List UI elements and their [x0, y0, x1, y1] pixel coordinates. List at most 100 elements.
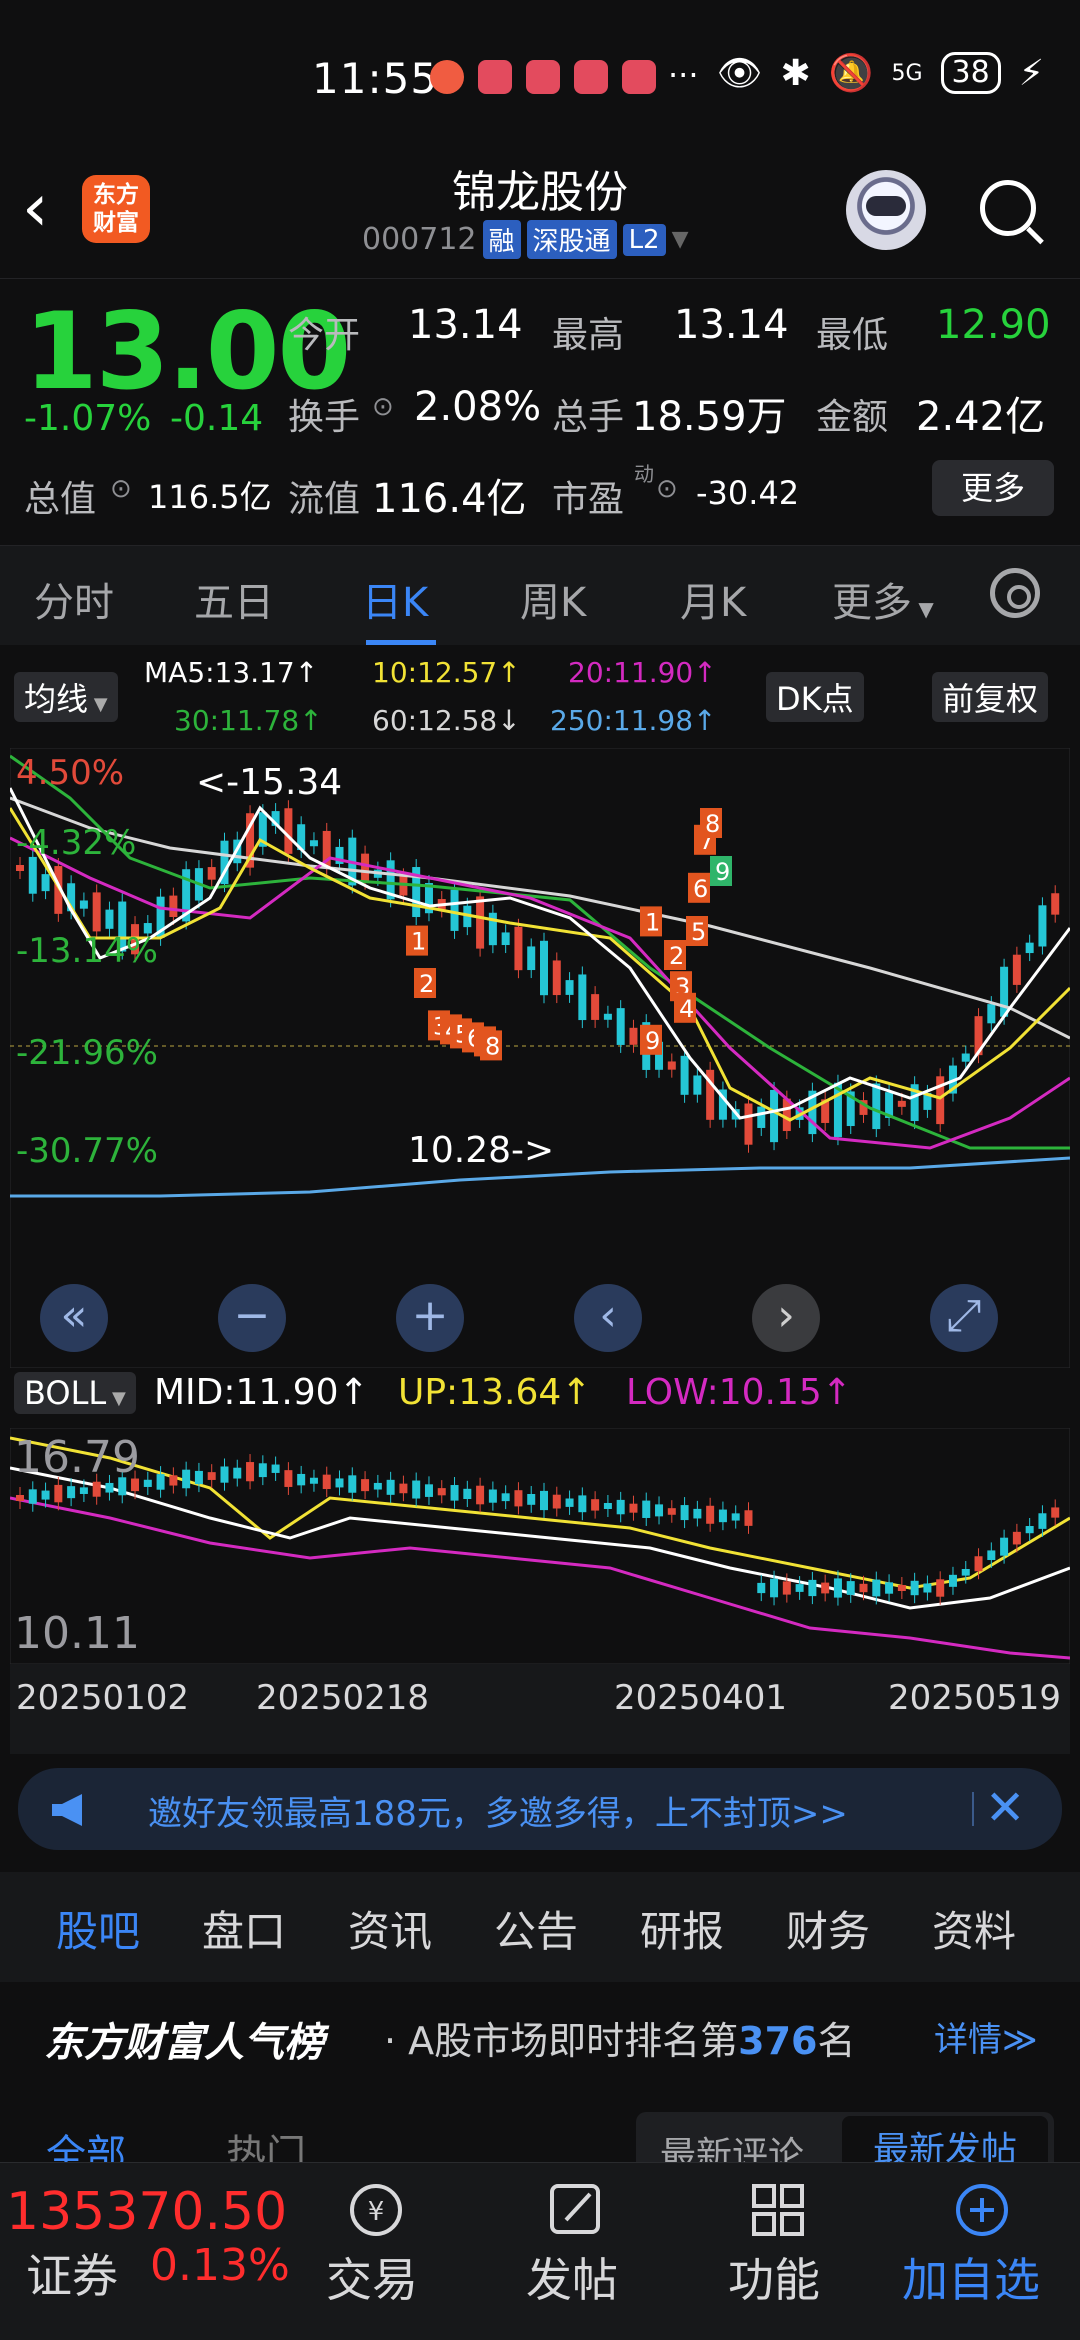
eye-icon: 👁 — [716, 53, 763, 94]
change-amount: -0.14 — [170, 398, 264, 439]
index-value[interactable]: 135370.50 — [6, 2182, 287, 2242]
stock-code-row: 000712 融 深股通 L2 ▼ — [362, 220, 689, 259]
post-icon[interactable] — [546, 2180, 606, 2240]
ma10-value: 10:12.57↑ — [372, 656, 521, 689]
index-name: 证券 — [26, 2249, 118, 2303]
tab-forum[interactable]: 股吧 — [56, 1898, 140, 1959]
indicator-selector[interactable]: BOLL ▼ — [14, 1372, 136, 1414]
change-percent: -1.07% — [24, 398, 152, 439]
kline-chart[interactable]: 123456789123456789 4.50% -4.32% -13.14% … — [10, 748, 1070, 1368]
tab-research[interactable]: 研报 — [640, 1898, 724, 1959]
tab-five-day[interactable]: 五日 — [194, 570, 274, 628]
high-label: 最高 — [552, 315, 625, 356]
float-label: 流值 — [288, 479, 361, 520]
low-value: 12.90 — [936, 302, 1051, 348]
pe-value: -30.42 — [696, 474, 800, 512]
scroll-left-fast-icon[interactable]: « — [40, 1284, 108, 1352]
tab-daily-k[interactable]: 日K — [362, 570, 428, 628]
nav-functions[interactable]: 功能 — [728, 2244, 820, 2310]
info-icon[interactable]: ⊙ — [372, 392, 394, 422]
nav-post[interactable]: 发帖 — [526, 2244, 618, 2310]
open-value: 13.14 — [408, 302, 523, 348]
pct-label-2: -4.32% — [16, 823, 136, 863]
volume-label: 总手 — [552, 397, 625, 438]
tab-announcements[interactable]: 公告 — [494, 1898, 578, 1959]
td-marker-label: 5 — [691, 918, 706, 946]
notification-icon — [574, 60, 608, 94]
tab-news[interactable]: 资讯 — [348, 1898, 432, 1959]
battery-icon: 38 — [940, 52, 1001, 94]
fullscreen-icon[interactable]: ⤢ — [930, 1284, 998, 1352]
td-marker-label: 2 — [419, 970, 434, 998]
trade-icon[interactable]: ¥ — [346, 2180, 406, 2240]
zoom-out-icon[interactable]: − — [218, 1284, 286, 1352]
notification-icon — [526, 60, 560, 94]
info-icon[interactable]: ⊙ — [110, 474, 132, 504]
popularity-detail-link[interactable]: 详情≫ — [934, 2012, 1038, 2061]
scroll-right-icon[interactable]: › — [752, 1284, 820, 1352]
notification-icon — [622, 60, 656, 94]
tab-profile[interactable]: 资料 — [932, 1898, 1016, 1959]
more-notifications-icon: ··· — [668, 56, 699, 94]
td-marker-label: 8 — [705, 810, 720, 838]
charging-icon: ⚡ — [1018, 52, 1044, 94]
open-label: 今开 — [288, 315, 361, 356]
tab-intraday[interactable]: 分时 — [34, 570, 114, 628]
td-marker-label: 9 — [715, 858, 730, 886]
bluetooth-icon: ✱ — [780, 52, 811, 94]
popularity-desc: · A股市场即时排名第376名 — [384, 2019, 856, 2063]
nav-add-watchlist[interactable]: 加自选 — [902, 2244, 1040, 2310]
low-point-label: 10.28-> — [408, 1130, 554, 1171]
zoom-in-icon[interactable]: + — [396, 1284, 464, 1352]
amount-value: 2.42亿 — [916, 394, 1046, 440]
amount-label: 金额 — [816, 397, 889, 438]
more-button[interactable]: 更多 — [932, 460, 1054, 516]
boll-low: LOW:10.15↑ — [626, 1372, 852, 1413]
ma-selector[interactable]: 均线 ▼ — [14, 672, 118, 722]
megaphone-icon — [52, 1794, 82, 1826]
mcap-value: 116.5亿 — [148, 478, 272, 516]
stock-code: 000712 — [362, 222, 477, 257]
caret-down-icon[interactable]: ▼ — [672, 227, 689, 252]
nav-trade[interactable]: 交易 — [326, 2244, 418, 2310]
close-icon[interactable]: ✕ — [985, 1780, 1025, 1836]
tab-more[interactable]: 更多 ▼ — [832, 570, 934, 628]
search-icon[interactable] — [980, 180, 1036, 236]
tab-orderbook[interactable]: 盘口 — [202, 1898, 286, 1959]
banner-text[interactable]: 邀好友领最高188元，多邀多得，上不封顶>> — [148, 1786, 848, 1835]
td-marker-label: 2 — [669, 942, 684, 970]
boll-bottom-value: 10.11 — [14, 1608, 140, 1659]
td-marker-label: 8 — [485, 1032, 500, 1060]
date-tick: 20250102 — [16, 1678, 190, 1718]
pct-label-3: -13.14% — [16, 931, 158, 971]
info-icon[interactable]: ⊙ — [656, 474, 678, 504]
add-watchlist-icon[interactable] — [952, 2180, 1012, 2240]
status-bar: 11:55 ··· 👁 ✱ 🔕 5G 38 ⚡ — [0, 0, 1080, 150]
price-adjust-button[interactable]: 前复权 — [932, 672, 1049, 722]
mcap-label: 总值 — [24, 479, 97, 520]
popularity-title: 东方财富人气榜 — [44, 2020, 324, 2066]
notification-icon — [430, 60, 464, 94]
index-change: 0.13% — [150, 2240, 290, 2291]
ma5-value: MA5:13.17↑ — [144, 656, 319, 689]
boll-chart[interactable]: 16.79 10.11 — [10, 1428, 1070, 1664]
settings-gear-icon[interactable] — [990, 568, 1040, 618]
boll-top-value: 16.79 — [14, 1432, 140, 1483]
float-value: 116.4亿 — [372, 476, 527, 522]
ma250-value: 250:11.98↑ — [550, 704, 717, 737]
high-point-label: <-15.34 — [196, 762, 342, 803]
tab-weekly-k[interactable]: 周K — [520, 570, 586, 628]
svg-text:¥: ¥ — [368, 2197, 385, 2227]
td-marker-label: 1 — [411, 928, 426, 956]
scroll-left-icon[interactable]: ‹ — [574, 1284, 642, 1352]
tab-finance[interactable]: 财务 — [786, 1898, 870, 1959]
ma60-value: 60:12.58↓ — [372, 704, 521, 737]
pe-label: 市盈 — [552, 479, 625, 520]
signal-icon: 5G — [891, 60, 923, 86]
functions-icon[interactable] — [748, 2180, 808, 2240]
tab-monthly-k[interactable]: 月K — [680, 570, 746, 628]
status-time: 11:55 — [312, 54, 439, 103]
dk-point-button[interactable]: DK点 — [766, 672, 864, 722]
pct-label-bottom: -30.77% — [16, 1131, 158, 1171]
td-marker-label: 1 — [645, 908, 660, 936]
